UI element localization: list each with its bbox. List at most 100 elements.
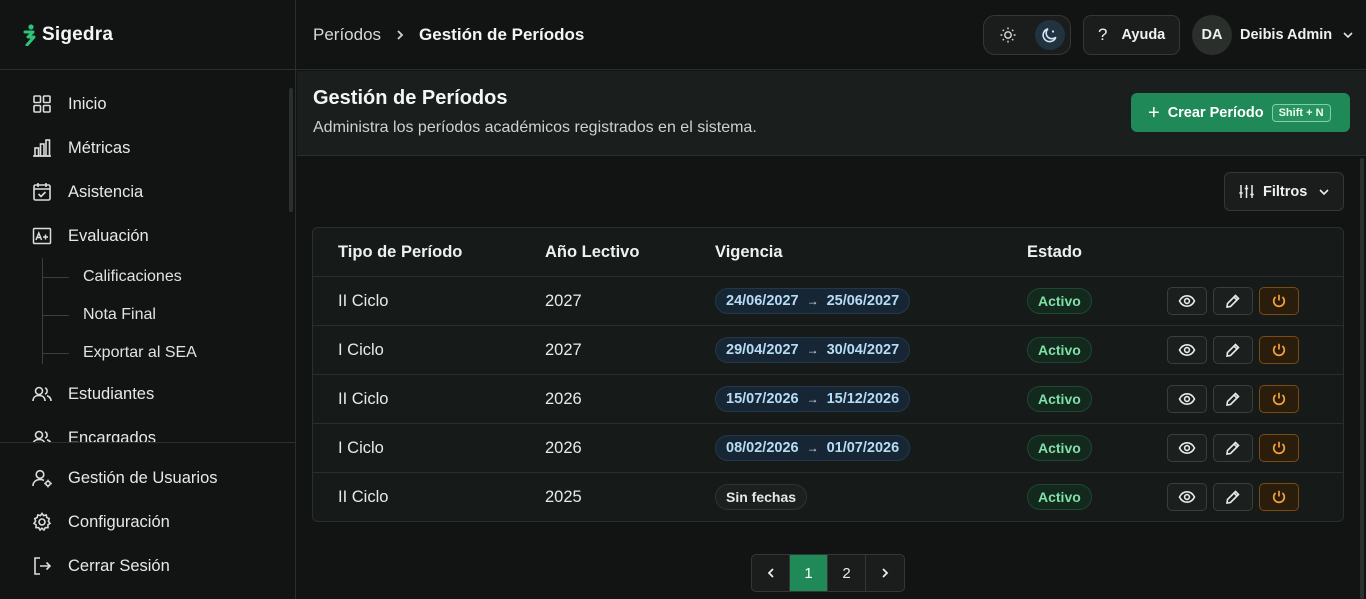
pagination: 1 2 [751, 554, 905, 592]
cell-estado: Activo [1027, 424, 1092, 472]
cell-vigencia: 29/04/2027 → 30/04/2027 [715, 326, 911, 374]
sidebar-item-gestion-usuarios[interactable]: Gestión de Usuarios [0, 456, 296, 500]
light-mode-button[interactable] [993, 20, 1023, 50]
status-badge: Activo [1027, 435, 1092, 461]
date-start: 24/06/2027 [726, 293, 799, 309]
view-button[interactable] [1167, 336, 1207, 364]
content-scrollbar[interactable] [1360, 158, 1364, 599]
view-button[interactable] [1167, 434, 1207, 462]
page-title: Gestión de Períodos [313, 87, 508, 109]
sidebar-subitem-exportar-sea[interactable]: Exportar al SEA [42, 334, 296, 372]
toggle-status-button[interactable] [1259, 483, 1299, 511]
sidebar-item-encargados[interactable]: Encargados [0, 416, 296, 442]
sidebar-item-estudiantes[interactable]: Estudiantes [0, 372, 296, 416]
sidebar-item-asistencia[interactable]: Asistencia [0, 170, 296, 214]
sidebar-item-label: Asistencia [68, 182, 144, 201]
view-button[interactable] [1167, 385, 1207, 413]
edit-button[interactable] [1213, 434, 1253, 462]
help-button[interactable]: ? Ayuda [1083, 15, 1180, 55]
power-icon [1272, 343, 1286, 357]
theme-toggle[interactable] [983, 15, 1071, 55]
periods-table: Tipo de Período Año Lectivo Vigencia Est… [312, 227, 1344, 522]
column-header-estado[interactable]: Estado [1027, 228, 1082, 276]
question-icon: ? [1098, 25, 1108, 44]
sidebar-subitem-nota-final[interactable]: Nota Final [42, 296, 296, 334]
eye-icon [1178, 441, 1196, 455]
grid-icon [33, 95, 51, 113]
eye-icon [1178, 294, 1196, 308]
toggle-status-button[interactable] [1259, 385, 1299, 413]
create-period-label: Crear Período [1167, 104, 1264, 121]
table-header: Tipo de Período Año Lectivo Vigencia Est… [313, 228, 1343, 277]
arrow-right-icon: → [806, 392, 819, 406]
table-row: I Ciclo 2027 29/04/2027 → 30/04/2027 Act… [313, 326, 1343, 375]
toggle-status-button[interactable] [1259, 287, 1299, 315]
page-button-1[interactable]: 1 [790, 555, 828, 591]
cell-tipo: I Ciclo [338, 340, 384, 359]
edit-button[interactable] [1213, 385, 1253, 413]
sidebar-item-configuracion[interactable]: Configuración [0, 500, 296, 544]
arrow-right-icon: → [806, 294, 819, 308]
filters-button[interactable]: Filtros [1224, 172, 1344, 211]
column-header-tipo[interactable]: Tipo de Período [338, 228, 462, 276]
table-row: I Ciclo 2026 08/02/2026 → 01/07/2026 Act… [313, 424, 1343, 473]
sidebar-footer: Gestión de Usuarios Configuración Cerrar… [0, 442, 296, 588]
sidebar-item-inicio[interactable]: Inicio [0, 82, 296, 126]
calendar-check-icon [33, 183, 51, 201]
user-name: Deibis Admin [1240, 27, 1333, 43]
app-logo[interactable]: Sigedra [0, 0, 295, 70]
toggle-status-button[interactable] [1259, 336, 1299, 364]
cell-actions [1167, 375, 1299, 423]
cell-anio: 2025 [545, 487, 582, 506]
dark-mode-button[interactable] [1035, 20, 1065, 50]
column-header-anio[interactable]: Año Lectivo [545, 228, 639, 276]
edit-button[interactable] [1213, 483, 1253, 511]
pencil-icon [1226, 490, 1240, 504]
cell-tipo: II Ciclo [338, 291, 389, 310]
bar-chart-icon [33, 139, 51, 157]
status-badge: Activo [1027, 386, 1092, 412]
create-period-button[interactable]: + Crear Período Shift + N [1131, 93, 1350, 132]
sidebar-item-cerrar-sesion[interactable]: Cerrar Sesión [0, 544, 296, 588]
prev-page-button[interactable] [752, 555, 790, 591]
view-button[interactable] [1167, 287, 1207, 315]
chevron-right-icon [397, 29, 404, 40]
logout-icon [34, 557, 52, 575]
next-page-button[interactable] [866, 555, 904, 591]
no-dates-chip: Sin fechas [715, 484, 808, 510]
pencil-icon [1226, 294, 1240, 308]
toggle-status-button[interactable] [1259, 434, 1299, 462]
user-gear-icon [32, 469, 52, 488]
view-button[interactable] [1167, 483, 1207, 511]
cell-vigencia: Sin fechas [715, 473, 808, 521]
cell-tipo: I Ciclo [338, 438, 384, 457]
column-header-vigencia[interactable]: Vigencia [715, 228, 783, 276]
table-row: II Ciclo 2027 24/06/2027 → 25/06/2027 Ac… [313, 277, 1343, 326]
sidebar-item-evaluacion[interactable]: Evaluación [0, 214, 296, 258]
pencil-icon [1226, 392, 1240, 406]
user-menu[interactable]: DA Deibis Admin [1192, 15, 1355, 55]
sidebar-subitem-label: Calificaciones [83, 268, 182, 285]
breadcrumb-periodos[interactable]: Períodos [313, 25, 381, 45]
evaluacion-submenu: Calificaciones Nota Final Exportar al SE… [42, 258, 296, 372]
cell-anio: 2027 [545, 291, 582, 310]
cell-vigencia: 08/02/2026 → 01/07/2026 [715, 424, 911, 472]
status-badge: Activo [1027, 484, 1092, 510]
power-icon [1272, 441, 1286, 455]
sidebar-subitem-label: Exportar al SEA [83, 344, 197, 361]
edit-button[interactable] [1213, 287, 1253, 315]
eye-icon [1178, 392, 1196, 406]
sidebar-subitem-calificaciones[interactable]: Calificaciones [42, 258, 296, 296]
cell-estado: Activo [1027, 326, 1092, 374]
sidebar-scrollbar[interactable] [289, 88, 293, 212]
power-icon [1272, 392, 1286, 406]
date-end: 30/04/2027 [826, 342, 900, 358]
sidebar-item-metricas[interactable]: Métricas [0, 126, 296, 170]
edit-button[interactable] [1213, 336, 1253, 364]
table-row: II Ciclo 2025 Sin fechas Activo [313, 473, 1343, 521]
sidebar-item-label: Inicio [68, 94, 107, 113]
eye-icon [1178, 490, 1196, 504]
breadcrumb: Períodos Gestión de Períodos [313, 25, 584, 45]
sidebar-item-label: Estudiantes [68, 384, 155, 403]
page-button-2[interactable]: 2 [828, 555, 866, 591]
